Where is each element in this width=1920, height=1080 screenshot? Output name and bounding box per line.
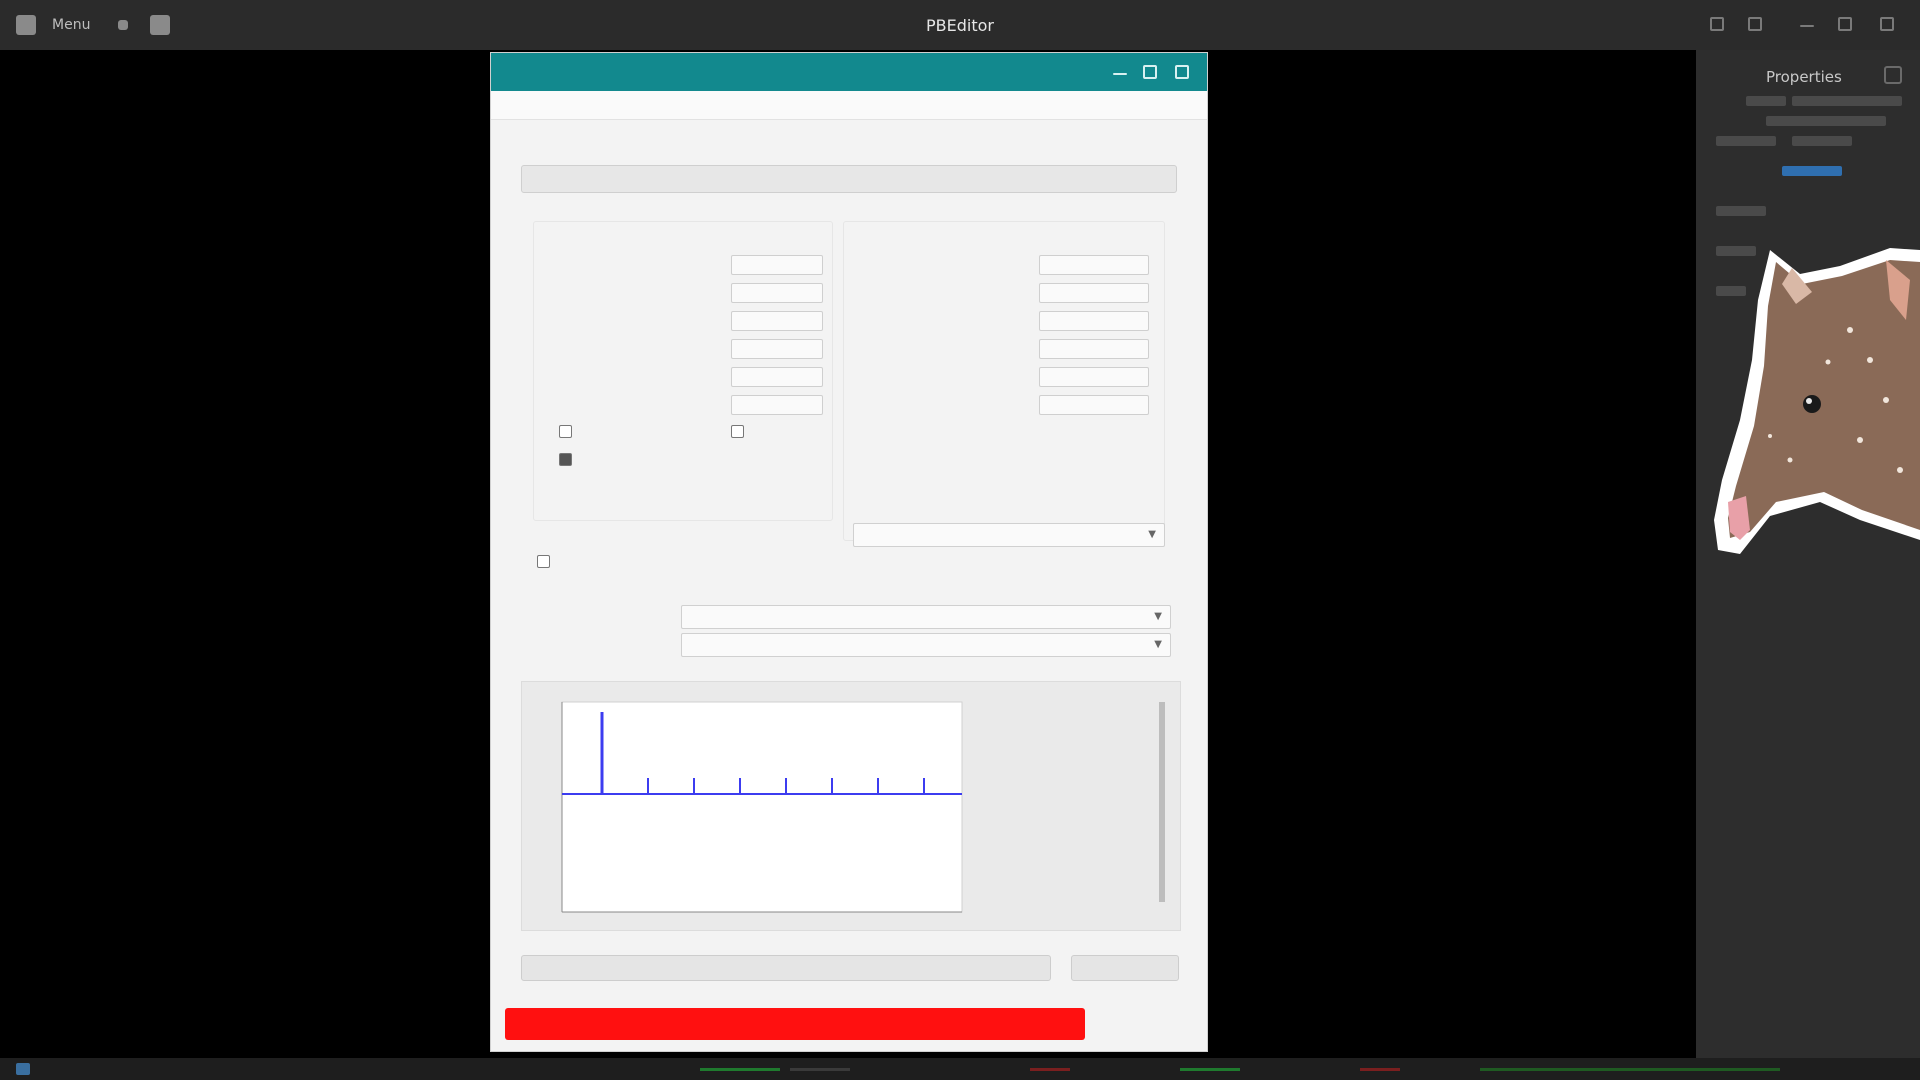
option-checkbox[interactable] — [537, 555, 550, 568]
panel-header: Properties — [1766, 68, 1842, 86]
g2-row-field[interactable] — [1039, 367, 1149, 387]
panel-close-icon[interactable] — [1884, 66, 1902, 84]
chevron-down-icon: ▼ — [1154, 611, 1162, 622]
g2-row-field[interactable] — [1039, 311, 1149, 331]
g2-row-field[interactable] — [1039, 395, 1149, 415]
g1-row-field[interactable] — [731, 311, 823, 331]
app-minimize-icon[interactable] — [1113, 73, 1127, 75]
tapir-sticker-image — [1714, 248, 1920, 554]
g2-row-field[interactable] — [1039, 283, 1149, 303]
g1-row-field[interactable] — [731, 255, 823, 275]
signal-plot — [521, 681, 1181, 931]
option-select[interactable]: ▼ — [853, 523, 1165, 547]
panel-link[interactable] — [1782, 166, 1842, 176]
status-bar — [0, 1058, 1920, 1080]
maximize-icon[interactable] — [1838, 17, 1852, 31]
g1-checkbox[interactable] — [731, 425, 744, 438]
g1-row-field[interactable] — [731, 395, 823, 415]
g1-checkbox[interactable] — [559, 425, 572, 438]
minimize-icon[interactable] — [1800, 25, 1814, 27]
g1-row-field[interactable] — [731, 367, 823, 387]
g1-row-field[interactable] — [731, 339, 823, 359]
panel-row — [1716, 136, 1776, 146]
select-row-2[interactable]: ▼ — [681, 633, 1171, 657]
bottom-left-button[interactable] — [521, 955, 1051, 981]
close-icon[interactable] — [1880, 17, 1894, 31]
edit-icon[interactable] — [1710, 17, 1724, 31]
select-row-1[interactable]: ▼ — [681, 605, 1171, 629]
app-menubar — [491, 91, 1207, 120]
chevron-down-icon: ▼ — [1154, 639, 1162, 650]
app-titlebar — [491, 53, 1207, 91]
g2-row-field[interactable] — [1039, 255, 1149, 275]
top-action-button[interactable] — [521, 165, 1177, 193]
status-segment — [790, 1068, 850, 1071]
status-icon — [16, 1063, 30, 1075]
plot-svg — [561, 701, 1165, 913]
top-bar: Menu PBEditor — [0, 0, 1920, 50]
g1-checkbox[interactable] — [559, 453, 572, 466]
status-segment — [1360, 1068, 1400, 1071]
settings-icon[interactable] — [1748, 17, 1762, 31]
panel-row — [1792, 96, 1902, 106]
app-window: ▼ ▼ ▼ — [490, 52, 1208, 1052]
app-maximize-icon[interactable] — [1143, 65, 1157, 79]
app-close-icon[interactable] — [1175, 65, 1189, 79]
status-segment — [1030, 1068, 1070, 1071]
status-segment — [1180, 1068, 1240, 1071]
panel-row — [1746, 96, 1786, 106]
panel-row — [1792, 136, 1852, 146]
status-segment — [1480, 1068, 1780, 1071]
status-segment — [700, 1068, 780, 1071]
window-title: PBEditor — [926, 16, 994, 35]
chevron-down-icon: ▼ — [1148, 529, 1156, 540]
exit-button[interactable] — [1105, 1008, 1187, 1040]
g2-row-field[interactable] — [1039, 339, 1149, 359]
plot-area — [561, 701, 963, 913]
stop-button[interactable] — [505, 1008, 1085, 1040]
bottom-right-button[interactable] — [1071, 955, 1179, 981]
panel-row — [1716, 206, 1766, 216]
panel-row — [1766, 116, 1886, 126]
g1-row-field[interactable] — [731, 283, 823, 303]
